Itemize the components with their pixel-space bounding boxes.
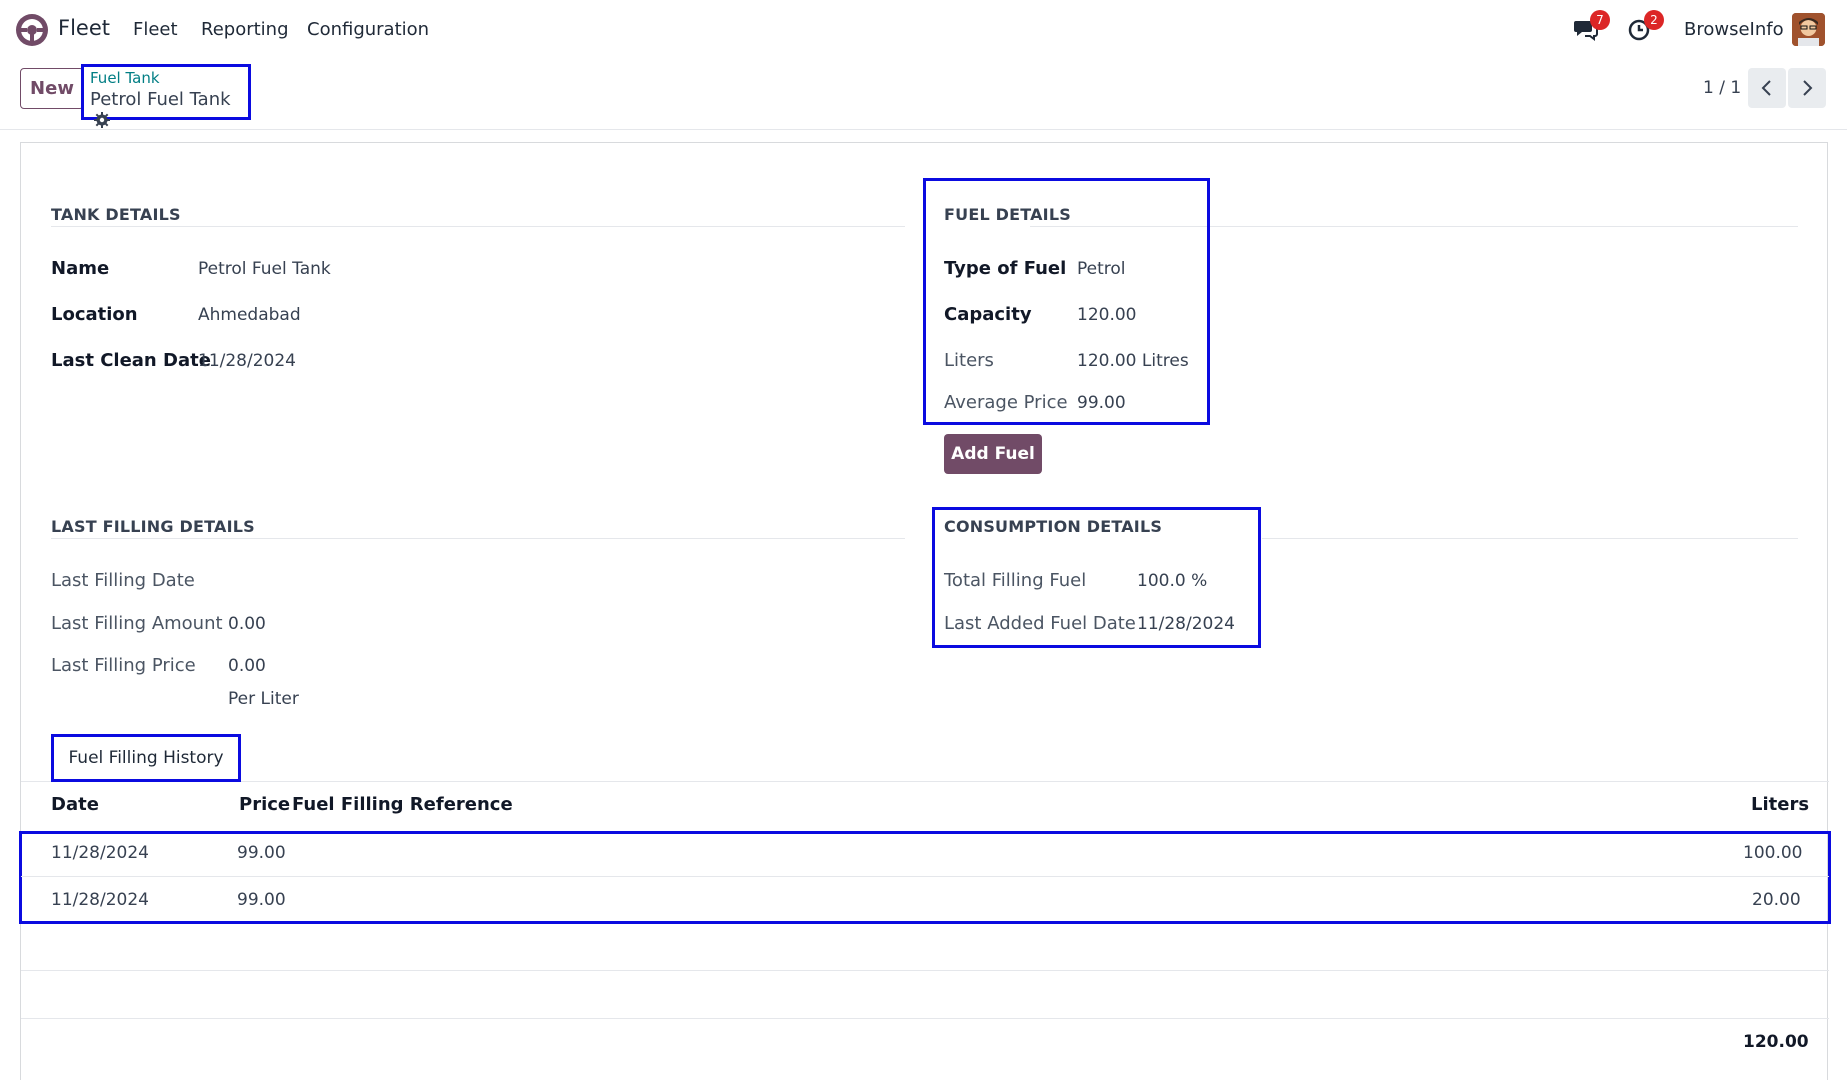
tab-fuel-filling-history[interactable]: Fuel Filling History [51, 734, 241, 782]
total-liters: 120.00 [1743, 1032, 1809, 1052]
top-navbar: Fleet Fleet Reporting Configuration 7 2 … [0, 0, 1847, 58]
company-switcher[interactable]: BrowseInfo [1684, 19, 1784, 40]
tank-details-divider [51, 226, 905, 227]
location-label: Location [51, 304, 138, 325]
total-filling-fuel-value: 100.0 % [1137, 571, 1208, 591]
last-clean-date-label: Last Clean Date [51, 350, 211, 371]
fuel-details-title: FUEL DETAILS [944, 205, 1071, 224]
last-filling-price-value: 0.00 [228, 656, 266, 676]
chevron-right-icon [1803, 80, 1813, 96]
gear-icon[interactable] [94, 112, 110, 128]
menu-fleet[interactable]: Fleet [133, 19, 178, 40]
new-button[interactable]: New [20, 68, 84, 109]
table-row-1-date[interactable]: 11/28/2024 [51, 843, 149, 863]
table-row-2-price[interactable]: 99.00 [237, 890, 286, 910]
type-of-fuel-label: Type of Fuel [944, 258, 1067, 279]
last-added-fuel-date-value: 11/28/2024 [1137, 614, 1235, 634]
pager-next-button[interactable] [1788, 68, 1826, 108]
breadcrumb-fuel-tank-link[interactable]: Fuel Tank [90, 69, 160, 87]
table-row-1-liters[interactable]: 100.00 [1743, 843, 1802, 863]
table-row-1-price[interactable]: 99.00 [237, 843, 286, 863]
menu-reporting[interactable]: Reporting [201, 19, 289, 40]
price-unit-label: Per Liter [228, 689, 299, 709]
tank-details-title: TANK DETAILS [51, 205, 181, 224]
pager-previous-button[interactable] [1748, 68, 1786, 108]
location-field[interactable]: Ahmedabad [198, 305, 301, 325]
add-fuel-button[interactable]: Add Fuel [944, 434, 1042, 474]
column-date[interactable]: Date [51, 794, 99, 815]
last-filling-date-label: Last Filling Date [51, 570, 195, 591]
consumption-divider [1262, 538, 1798, 539]
column-price[interactable]: Price [239, 794, 290, 815]
last-filling-amount-value: 0.00 [228, 614, 266, 634]
name-label: Name [51, 258, 110, 279]
chevron-left-icon [1761, 80, 1771, 96]
liters-value: 120.00 Litres [1077, 351, 1189, 371]
average-price-label: Average Price [944, 392, 1068, 413]
last-filling-title: LAST FILLING DETAILS [51, 517, 255, 536]
last-filling-divider [51, 538, 905, 539]
last-filling-amount-label: Last Filling Amount [51, 613, 223, 634]
activities-count-badge: 2 [1644, 10, 1664, 30]
control-panel: New Fuel Tank Petrol Fuel Tank 1 / 1 [0, 58, 1847, 130]
breadcrumb-current-label: Petrol Fuel Tank [90, 89, 231, 110]
row-divider [21, 876, 1829, 877]
consumption-details-title: CONSUMPTION DETAILS [944, 517, 1163, 536]
menu-configuration[interactable]: Configuration [307, 19, 429, 40]
capacity-field[interactable]: 120.00 [1077, 305, 1136, 325]
column-fuel-filling-reference[interactable]: Fuel Filling Reference [292, 794, 513, 815]
fleet-app-icon[interactable] [14, 12, 50, 48]
name-field[interactable]: Petrol Fuel Tank [198, 259, 331, 279]
table-row-2-date[interactable]: 11/28/2024 [51, 890, 149, 910]
last-added-fuel-date-label: Last Added Fuel Date [944, 613, 1136, 634]
last-clean-date-field[interactable]: 11/28/2024 [198, 351, 296, 371]
liters-label: Liters [944, 350, 994, 371]
empty-row-divider-1 [21, 970, 1829, 971]
user-avatar[interactable] [1792, 13, 1825, 46]
history-rows-highlight [19, 831, 1831, 924]
user-avatar-icon [1792, 13, 1825, 46]
capacity-label: Capacity [944, 304, 1032, 325]
pager-value[interactable]: 1 / 1 [1703, 78, 1741, 98]
breadcrumb-current: Petrol Fuel Tank [90, 89, 248, 131]
table-row-2-liters[interactable]: 20.00 [1752, 890, 1801, 910]
messages-count-badge: 7 [1590, 10, 1610, 30]
activities-button[interactable]: 2 [1627, 10, 1664, 42]
messages-button[interactable]: 7 [1573, 10, 1610, 42]
column-liters[interactable]: Liters [1751, 794, 1809, 815]
average-price-value: 99.00 [1077, 393, 1126, 413]
app-name[interactable]: Fleet [58, 16, 110, 40]
total-filling-fuel-label: Total Filling Fuel [944, 570, 1087, 591]
empty-row-divider-2 [21, 1018, 1829, 1019]
tab-baseline [21, 781, 1829, 782]
breadcrumb: Fuel Tank Petrol Fuel Tank [81, 64, 251, 128]
type-of-fuel-field[interactable]: Petrol [1077, 259, 1126, 279]
last-filling-price-label: Last Filling Price [51, 655, 196, 676]
